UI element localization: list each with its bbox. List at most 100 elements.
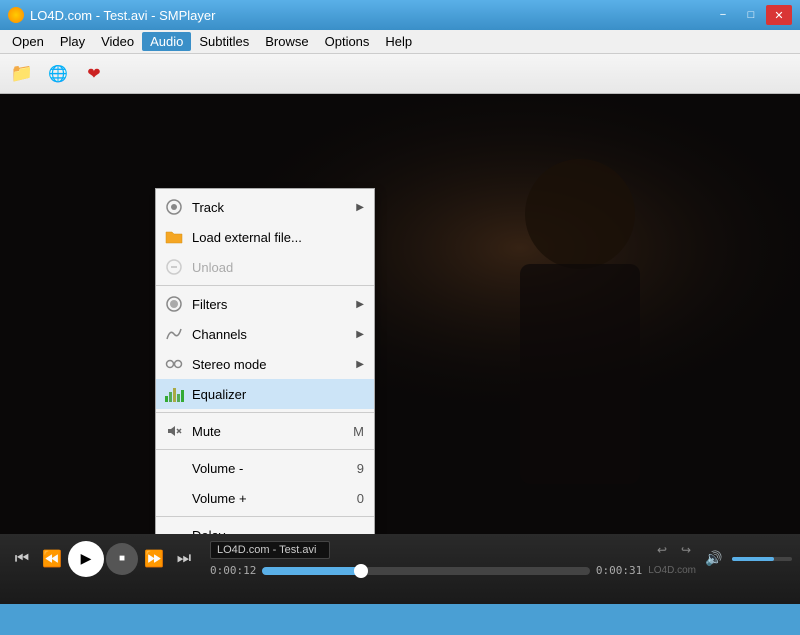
menu-open[interactable]: Open — [4, 32, 52, 51]
fast-forward-button[interactable]: ⏩ — [140, 545, 168, 573]
menu-video[interactable]: Video — [93, 32, 142, 51]
audio-dropdown-menu: Track ▶ Load external file... Unload — [155, 188, 375, 534]
filters-arrow: ▶ — [356, 299, 364, 310]
equalizer-label: Equalizer — [192, 387, 246, 402]
volume-fill — [732, 557, 774, 561]
volume-up-item[interactable]: Volume + 0 — [156, 483, 374, 513]
track-label: Track — [192, 200, 224, 215]
delay-down-spacer — [164, 525, 184, 534]
mute-icon — [164, 421, 184, 441]
volume-down-label: Volume - — [192, 461, 243, 476]
volume-bar[interactable] — [732, 557, 792, 561]
globe-icon: 🌐 — [48, 64, 68, 84]
title-bar-left: LO4D.com - Test.avi - SMPlayer — [8, 7, 215, 23]
open-folder-button[interactable]: 📁 — [6, 59, 38, 89]
volume-controls: 🔊 — [700, 545, 792, 573]
delay-down-label: Delay - — [192, 528, 233, 535]
menu-options[interactable]: Options — [317, 32, 378, 51]
bottom-controls: ⏮ ⏪ ▶ ■ ⏩ ⏭ LO4D.com - Test.avi ↩ ↪ 0:00… — [0, 534, 800, 604]
equalizer-item[interactable]: Equalizer — [156, 379, 374, 409]
eq-bar-3 — [173, 388, 176, 402]
volume-up-spacer — [164, 488, 184, 508]
maximize-button[interactable]: □ — [738, 5, 764, 25]
stereo-icon — [164, 354, 184, 374]
rewind-button[interactable]: ⏪ — [38, 545, 66, 573]
menu-bar: Open Play Video Audio Subtitles Browse O… — [0, 30, 800, 54]
toolbar: 📁 🌐 ❤ — [0, 54, 800, 94]
video-area: Track ▶ Load external file... Unload — [0, 94, 800, 534]
filters-item[interactable]: Filters ▶ — [156, 289, 374, 319]
channels-icon — [164, 324, 184, 344]
unload-item: Unload — [156, 252, 374, 282]
scene-svg — [0, 94, 800, 534]
eq-bar-2 — [169, 392, 172, 402]
separator-2 — [156, 412, 374, 413]
minimize-button[interactable]: − — [710, 5, 736, 25]
volume-up-shortcut: 0 — [357, 491, 364, 506]
volume-icon-button[interactable]: 🔊 — [700, 545, 728, 573]
load-external-item[interactable]: Load external file... — [156, 222, 374, 252]
media-title-display: LO4D.com - Test.avi — [210, 541, 330, 559]
menu-play[interactable]: Play — [52, 32, 93, 51]
mute-shortcut: M — [353, 424, 364, 439]
track-item[interactable]: Track ▶ — [156, 192, 374, 222]
play-pause-button[interactable]: ▶ — [68, 541, 104, 577]
channels-item[interactable]: Channels ▶ — [156, 319, 374, 349]
separator-1 — [156, 285, 374, 286]
prev-chapter-button[interactable]: ↩ — [652, 540, 672, 560]
mute-item[interactable]: Mute M — [156, 416, 374, 446]
menu-browse[interactable]: Browse — [257, 32, 316, 51]
open-url-button[interactable]: 🌐 — [42, 59, 74, 89]
favorites-button[interactable]: ❤ — [78, 59, 110, 89]
stereo-mode-label: Stereo mode — [192, 357, 266, 372]
volume-down-item[interactable]: Volume - 9 — [156, 453, 374, 483]
separator-3 — [156, 449, 374, 450]
volume-down-shortcut: 9 — [357, 461, 364, 476]
load-external-label: Load external file... — [192, 230, 302, 245]
progress-bar[interactable] — [262, 567, 589, 575]
eq-bar-1 — [165, 396, 168, 402]
eq-bar-5 — [181, 390, 184, 402]
folder-open-icon — [164, 227, 184, 247]
channels-label: Channels — [192, 327, 247, 342]
next-chapter-button[interactable]: ↪ — [676, 540, 696, 560]
menu-help[interactable]: Help — [377, 32, 420, 51]
skip-back-button[interactable]: ⏮ — [8, 545, 36, 573]
volume-up-label: Volume + — [192, 491, 247, 506]
stereo-arrow: ▶ — [356, 359, 364, 370]
track-arrow: ▶ — [356, 202, 364, 213]
info-panel: LO4D.com - Test.avi ↩ ↪ 0:00:12 0:00:31 … — [210, 540, 696, 577]
progress-thumb[interactable] — [354, 564, 368, 578]
watermark-text: LO4D.com — [648, 565, 696, 576]
close-button[interactable]: ✕ — [766, 5, 792, 25]
playback-controls: ⏮ ⏪ ▶ ■ ⏩ ⏭ — [8, 541, 198, 577]
film-scene — [0, 94, 800, 534]
audio-track-icon — [164, 197, 184, 217]
window-title: LO4D.com - Test.avi - SMPlayer — [30, 8, 215, 23]
filters-icon — [164, 294, 184, 314]
stereo-mode-item[interactable]: Stereo mode ▶ — [156, 349, 374, 379]
unload-label: Unload — [192, 260, 233, 275]
skip-forward-button[interactable]: ⏭ — [170, 545, 198, 573]
menu-subtitles[interactable]: Subtitles — [191, 32, 257, 51]
delay-down-item[interactable]: Delay - - — [156, 520, 374, 534]
menu-audio[interactable]: Audio — [142, 32, 191, 51]
title-bar-controls: − □ ✕ — [710, 5, 792, 25]
volume-down-spacer — [164, 458, 184, 478]
open-folder-icon: 📁 — [11, 63, 33, 84]
progress-fill — [262, 567, 360, 575]
delay-down-shortcut: - — [360, 528, 364, 535]
equalizer-icon — [164, 384, 184, 404]
mute-label: Mute — [192, 424, 221, 439]
title-bar: LO4D.com - Test.avi - SMPlayer − □ ✕ — [0, 0, 800, 30]
total-time: 0:00:31 — [596, 564, 642, 577]
separator-4 — [156, 516, 374, 517]
stop-button[interactable]: ■ — [106, 543, 138, 575]
eq-bar-4 — [177, 394, 180, 402]
filters-label: Filters — [192, 297, 227, 312]
channels-arrow: ▶ — [356, 329, 364, 340]
unload-icon — [164, 257, 184, 277]
current-time: 0:00:12 — [210, 564, 256, 577]
smplayer-icon — [8, 7, 24, 23]
heart-icon: ❤ — [87, 64, 100, 84]
